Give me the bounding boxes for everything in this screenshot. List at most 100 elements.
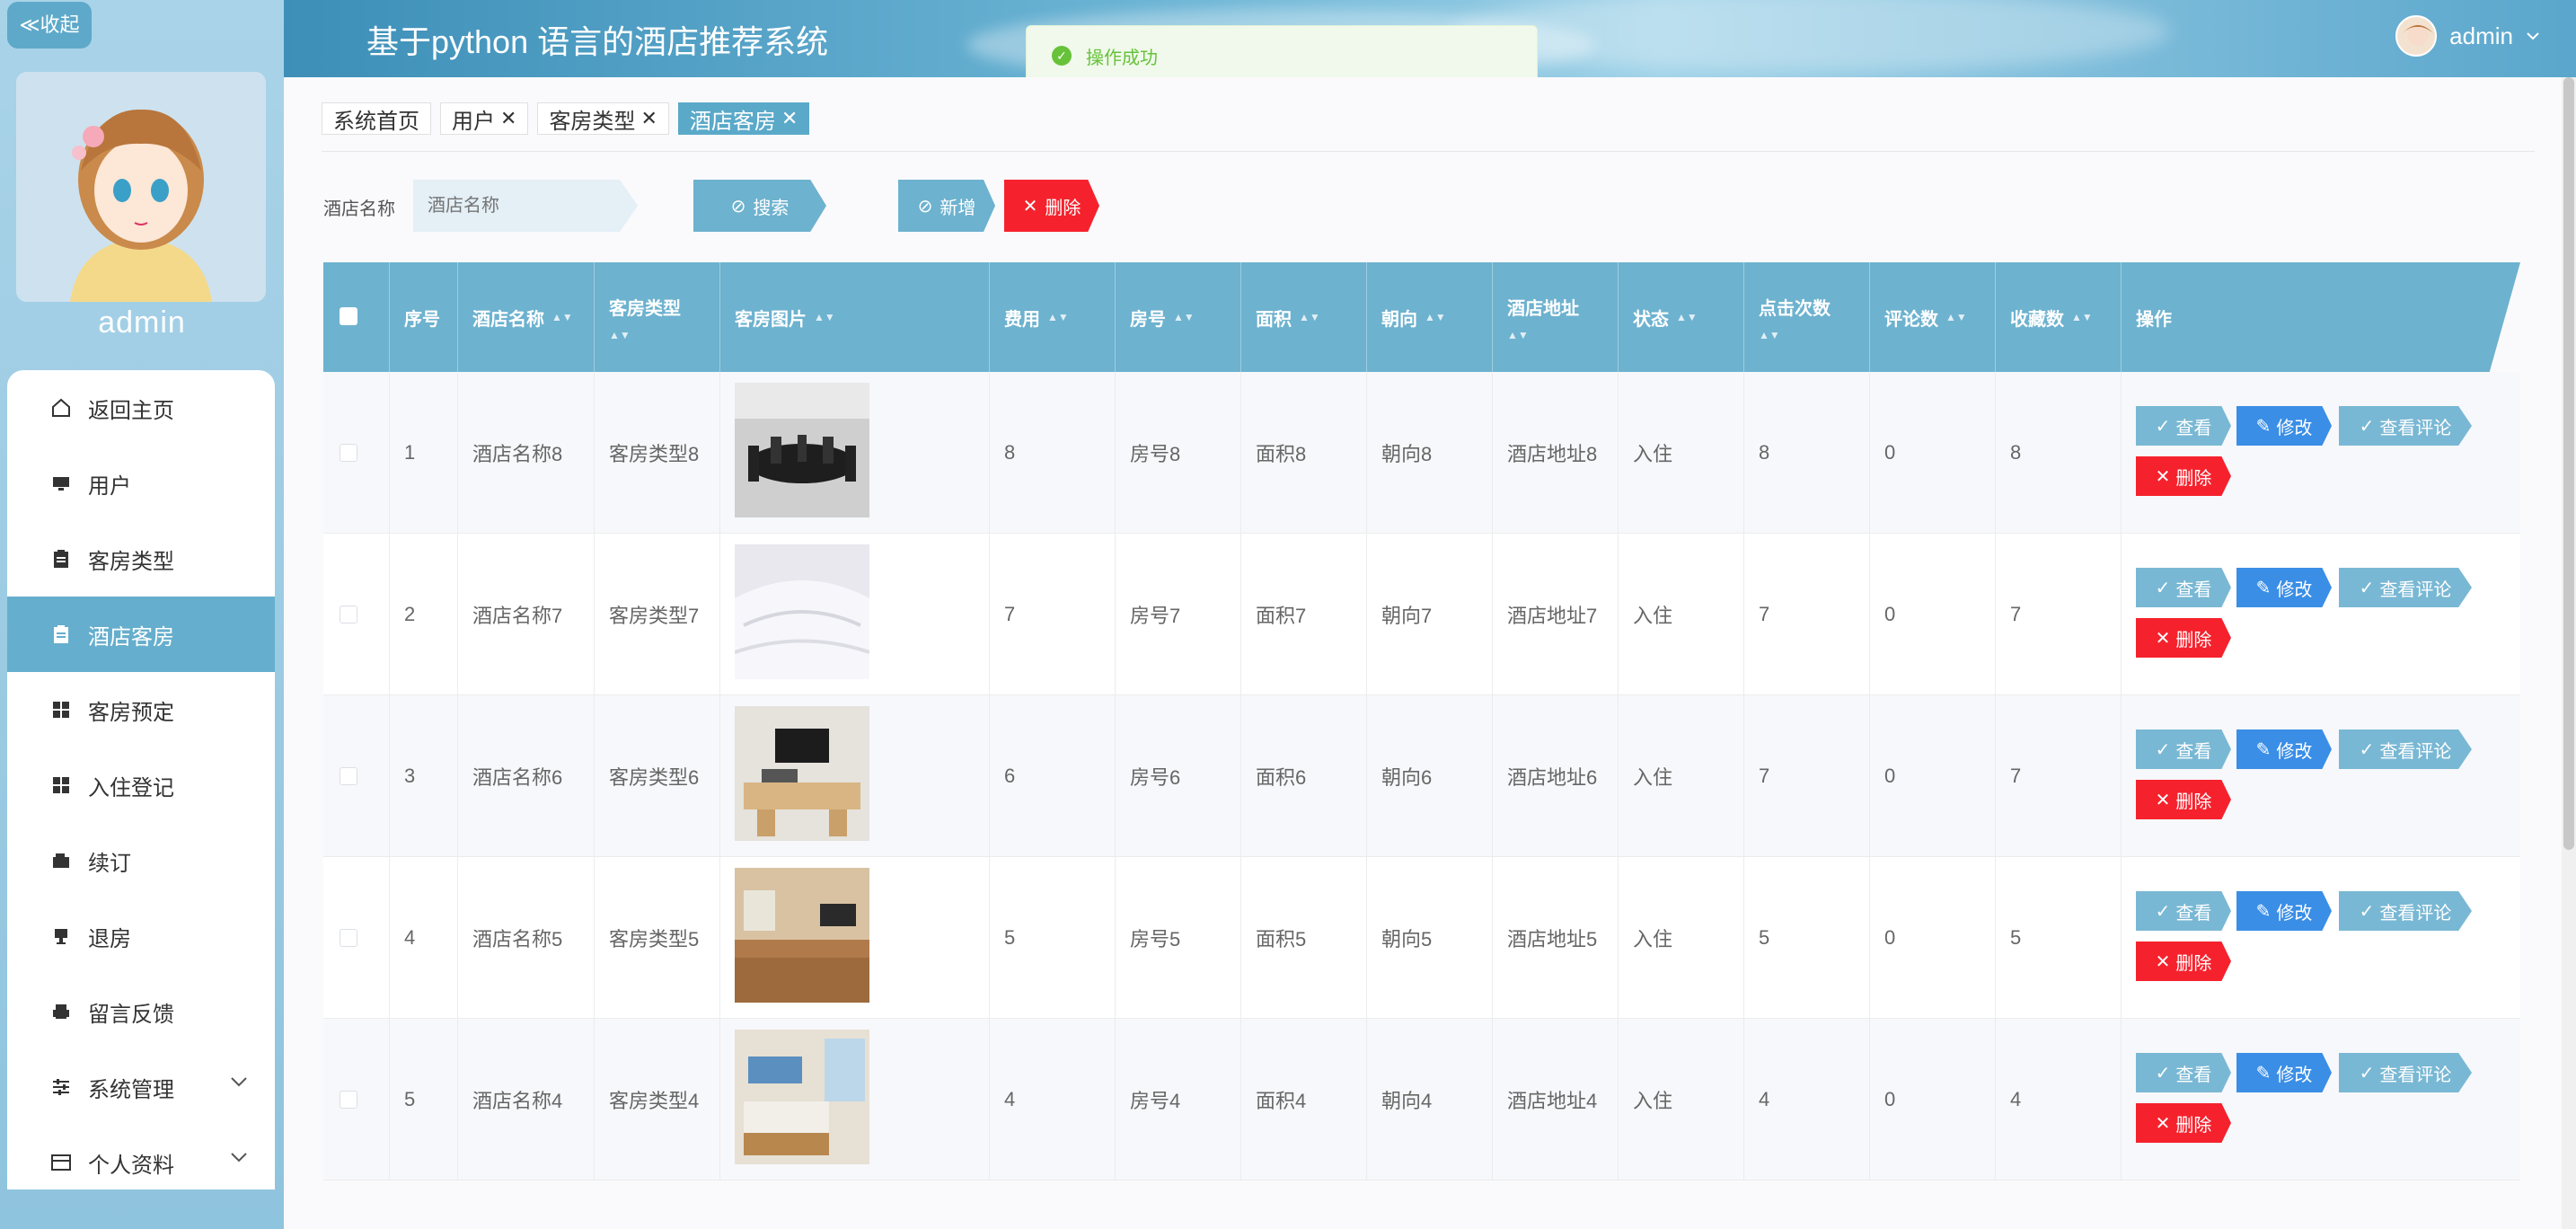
- tab-home[interactable]: 系统首页: [322, 102, 431, 135]
- side-menu: 返回主页 用户 客房类型 酒店客房 客房预定 入住登记 续订 退房 留言反馈 系…: [7, 370, 275, 1189]
- th-room-image[interactable]: 客房图片 ▲▼: [720, 262, 990, 372]
- sidebar-item-renew[interactable]: 续订: [7, 823, 275, 898]
- sidebar-item-hotel-rooms[interactable]: 酒店客房: [7, 597, 275, 672]
- cell-text: 入住: [1633, 1090, 1673, 1112]
- view-button[interactable]: ✓ 查看: [2136, 891, 2231, 931]
- row-checkbox[interactable]: [340, 444, 357, 462]
- cell-select: [323, 1019, 390, 1180]
- sidebar-item-label: 个人资料: [88, 1153, 174, 1178]
- tab-label: 酒店客房: [689, 109, 776, 134]
- scrollbar[interactable]: [2562, 77, 2576, 1229]
- view-comments-button[interactable]: ✓ 查看评论: [2339, 1053, 2472, 1092]
- cell-area: 面积4: [1241, 1019, 1367, 1180]
- delete-button[interactable]: ✕ 删除: [2136, 942, 2231, 981]
- sidebar-item-label: 客房类型: [88, 549, 174, 574]
- cell-direction: 朝向5: [1367, 857, 1493, 1019]
- tab-hotel-rooms[interactable]: 酒店客房 ✕: [677, 102, 810, 135]
- cell-address: 酒店地址4: [1493, 1019, 1619, 1180]
- room-thumbnail[interactable]: [735, 868, 869, 1008]
- cell-text: 5: [1004, 926, 1016, 949]
- room-thumbnail[interactable]: [734, 544, 870, 685]
- cell-status: 入住: [1619, 1019, 1744, 1180]
- sort-icon: ▲▼: [2071, 311, 2093, 323]
- close-icon[interactable]: ✕: [640, 107, 657, 130]
- sidebar-item-checkout[interactable]: 退房: [7, 898, 275, 974]
- edit-button[interactable]: ✎ 修改: [2236, 406, 2332, 446]
- cell-clicks: 5: [1744, 857, 1870, 1019]
- th-favorites[interactable]: 收藏数 ▲▼: [1996, 262, 2122, 372]
- th-area[interactable]: 面积 ▲▼: [1241, 262, 1367, 372]
- room-thumbnail[interactable]: [735, 383, 869, 523]
- cell-room-no: 房号5: [1116, 857, 1241, 1019]
- batch-delete-button[interactable]: ✕ 删除: [1004, 180, 1099, 232]
- button-label: 新增: [940, 198, 976, 218]
- edit-button[interactable]: ✎ 修改: [2236, 891, 2332, 931]
- sidebar-item-system[interactable]: 系统管理: [7, 1049, 275, 1125]
- cell-room-image[interactable]: [720, 695, 990, 857]
- edit-button[interactable]: ✎ 修改: [2236, 568, 2332, 607]
- room-thumbnail[interactable]: [735, 706, 869, 846]
- search-button[interactable]: ⊘ 搜索: [693, 180, 826, 232]
- sidebar-item-feedback[interactable]: 留言反馈: [7, 974, 275, 1049]
- sidebar-item-users[interactable]: 用户: [7, 446, 275, 521]
- view-button[interactable]: ✓ 查看: [2136, 1053, 2231, 1092]
- view-comments-button[interactable]: ✓ 查看评论: [2339, 406, 2472, 446]
- search-input[interactable]: [413, 180, 638, 232]
- delete-button[interactable]: ✕ 删除: [2136, 456, 2231, 496]
- th-room-type[interactable]: 客房类型 ▲▼: [595, 262, 720, 372]
- view-comments-button[interactable]: ✓ 查看评论: [2339, 729, 2472, 769]
- row-checkbox[interactable]: [340, 767, 357, 785]
- cell-room-image[interactable]: [720, 1019, 990, 1180]
- edit-icon: ✎: [2255, 901, 2272, 922]
- user-menu[interactable]: admin: [2395, 14, 2540, 57]
- view-button[interactable]: ✓ 查看: [2136, 729, 2231, 769]
- sidebar-item-booking[interactable]: 客房预定: [7, 672, 275, 747]
- collapse-button[interactable]: ≪收起: [7, 2, 92, 49]
- th-comments[interactable]: 评论数 ▲▼: [1870, 262, 1996, 372]
- close-icon[interactable]: ✕: [500, 107, 516, 130]
- cell-room-image[interactable]: [720, 534, 990, 695]
- sidebar-item-room-types[interactable]: 客房类型: [7, 521, 275, 597]
- add-button[interactable]: ⊘ 新增: [898, 180, 995, 232]
- th-status[interactable]: 状态 ▲▼: [1619, 262, 1744, 372]
- th-direction[interactable]: 朝向 ▲▼: [1367, 262, 1493, 372]
- sidebar-item-profile[interactable]: 个人资料: [7, 1125, 275, 1200]
- row-checkbox[interactable]: [340, 1091, 357, 1109]
- th-room-no[interactable]: 房号 ▲▼: [1116, 262, 1241, 372]
- view-comments-button[interactable]: ✓ 查看评论: [2339, 891, 2472, 931]
- sidebar-item-home[interactable]: 返回主页: [7, 370, 275, 446]
- check-icon: ✓: [2359, 901, 2375, 922]
- edit-button[interactable]: ✎ 修改: [2236, 1053, 2332, 1092]
- delete-button[interactable]: ✕ 删除: [2136, 780, 2231, 819]
- tab-room-types[interactable]: 客房类型 ✕: [537, 102, 669, 135]
- sidebar-item-checkin[interactable]: 入住登记: [7, 747, 275, 823]
- view-button[interactable]: ✓ 查看: [2136, 406, 2231, 446]
- th-fee[interactable]: 费用 ▲▼: [990, 262, 1116, 372]
- check-icon: ✓: [2359, 578, 2375, 598]
- cell-text: 客房类型8: [609, 443, 700, 465]
- delete-button[interactable]: ✕ 删除: [2136, 618, 2231, 658]
- row-checkbox[interactable]: [340, 929, 357, 947]
- sort-icon: ▲▼: [1173, 311, 1195, 323]
- view-button[interactable]: ✓ 查看: [2136, 568, 2231, 607]
- row-checkbox[interactable]: [340, 606, 357, 623]
- cell-index: 4: [390, 857, 458, 1019]
- cell-text: 7: [2010, 603, 2022, 625]
- button-label: 删除: [2175, 468, 2212, 489]
- select-all-checkbox[interactable]: [340, 307, 357, 325]
- th-clicks[interactable]: 点击次数 ▲▼: [1744, 262, 1870, 372]
- cell-room-type: 客房类型5: [595, 857, 720, 1019]
- delete-button[interactable]: ✕ 删除: [2136, 1103, 2231, 1143]
- check-icon: ✓: [2155, 416, 2171, 437]
- cell-room-image[interactable]: [720, 857, 990, 1019]
- cell-actions: ✓ 查看 ✎ 修改 ✓ 查看评论 ✕ 删除: [2122, 695, 2520, 857]
- close-icon[interactable]: ✕: [781, 107, 798, 130]
- scrollbar-thumb[interactable]: [2563, 77, 2574, 850]
- edit-button[interactable]: ✎ 修改: [2236, 729, 2332, 769]
- cell-room-image[interactable]: [720, 372, 990, 534]
- view-comments-button[interactable]: ✓ 查看评论: [2339, 568, 2472, 607]
- tab-users[interactable]: 用户 ✕: [440, 102, 529, 135]
- th-address[interactable]: 酒店地址 ▲▼: [1493, 262, 1619, 372]
- room-thumbnail[interactable]: [735, 1030, 869, 1170]
- th-hotel-name[interactable]: 酒店名称 ▲▼: [458, 262, 595, 372]
